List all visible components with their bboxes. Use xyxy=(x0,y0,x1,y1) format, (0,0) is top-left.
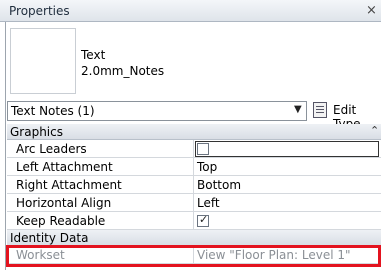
chevron-down-icon[interactable]: ▼ xyxy=(294,104,302,115)
column-divider xyxy=(193,158,194,175)
collapse-icon[interactable]: ⌃ xyxy=(370,124,379,137)
column-divider xyxy=(193,140,194,157)
type-family: Text xyxy=(81,48,106,62)
property-value[interactable]: Left xyxy=(197,196,220,210)
group-identity-label: Identity Data xyxy=(10,231,89,245)
arc-leaders-field[interactable] xyxy=(195,141,379,157)
edit-type-button[interactable]: Edit Type xyxy=(311,100,381,131)
keep-readable-checkbox[interactable] xyxy=(197,213,209,227)
property-value[interactable]: Top xyxy=(197,160,217,174)
property-value[interactable]: Bottom xyxy=(197,178,241,192)
column-divider xyxy=(193,194,194,211)
properties-titlebar: Properties × xyxy=(0,0,381,22)
property-name: Horizontal Align xyxy=(16,196,112,210)
property-row[interactable]: Left Attachment Top xyxy=(7,158,381,176)
group-identity-data[interactable]: Identity Data xyxy=(7,230,381,246)
panel-title: Properties xyxy=(9,4,70,18)
property-row[interactable]: Keep Readable xyxy=(7,212,381,230)
group-graphics[interactable]: Graphics ⌃ xyxy=(7,124,381,140)
property-name: Right Attachment xyxy=(16,178,122,192)
selector-label: Text Notes (1) xyxy=(11,104,95,118)
property-row[interactable]: Arc Leaders xyxy=(7,140,381,158)
property-name: Left Attachment xyxy=(16,160,113,174)
close-icon[interactable]: × xyxy=(366,3,377,18)
type-name: 2.0mm_Notes xyxy=(81,64,165,78)
red-highlight-box xyxy=(6,245,381,267)
group-graphics-label: Graphics xyxy=(10,125,63,139)
property-row[interactable]: Right Attachment Bottom xyxy=(7,176,381,194)
property-name: Arc Leaders xyxy=(16,142,87,156)
property-row[interactable]: Horizontal Align Left xyxy=(7,194,381,212)
column-divider xyxy=(193,212,194,229)
arc-leaders-checkbox[interactable] xyxy=(197,143,209,155)
column-divider xyxy=(193,176,194,193)
type-preview-thumbnail xyxy=(10,28,76,94)
edit-type-icon xyxy=(313,102,327,118)
type-selector-dropdown[interactable]: Text Notes (1) ▼ xyxy=(7,101,307,121)
property-name: Keep Readable xyxy=(16,214,106,228)
